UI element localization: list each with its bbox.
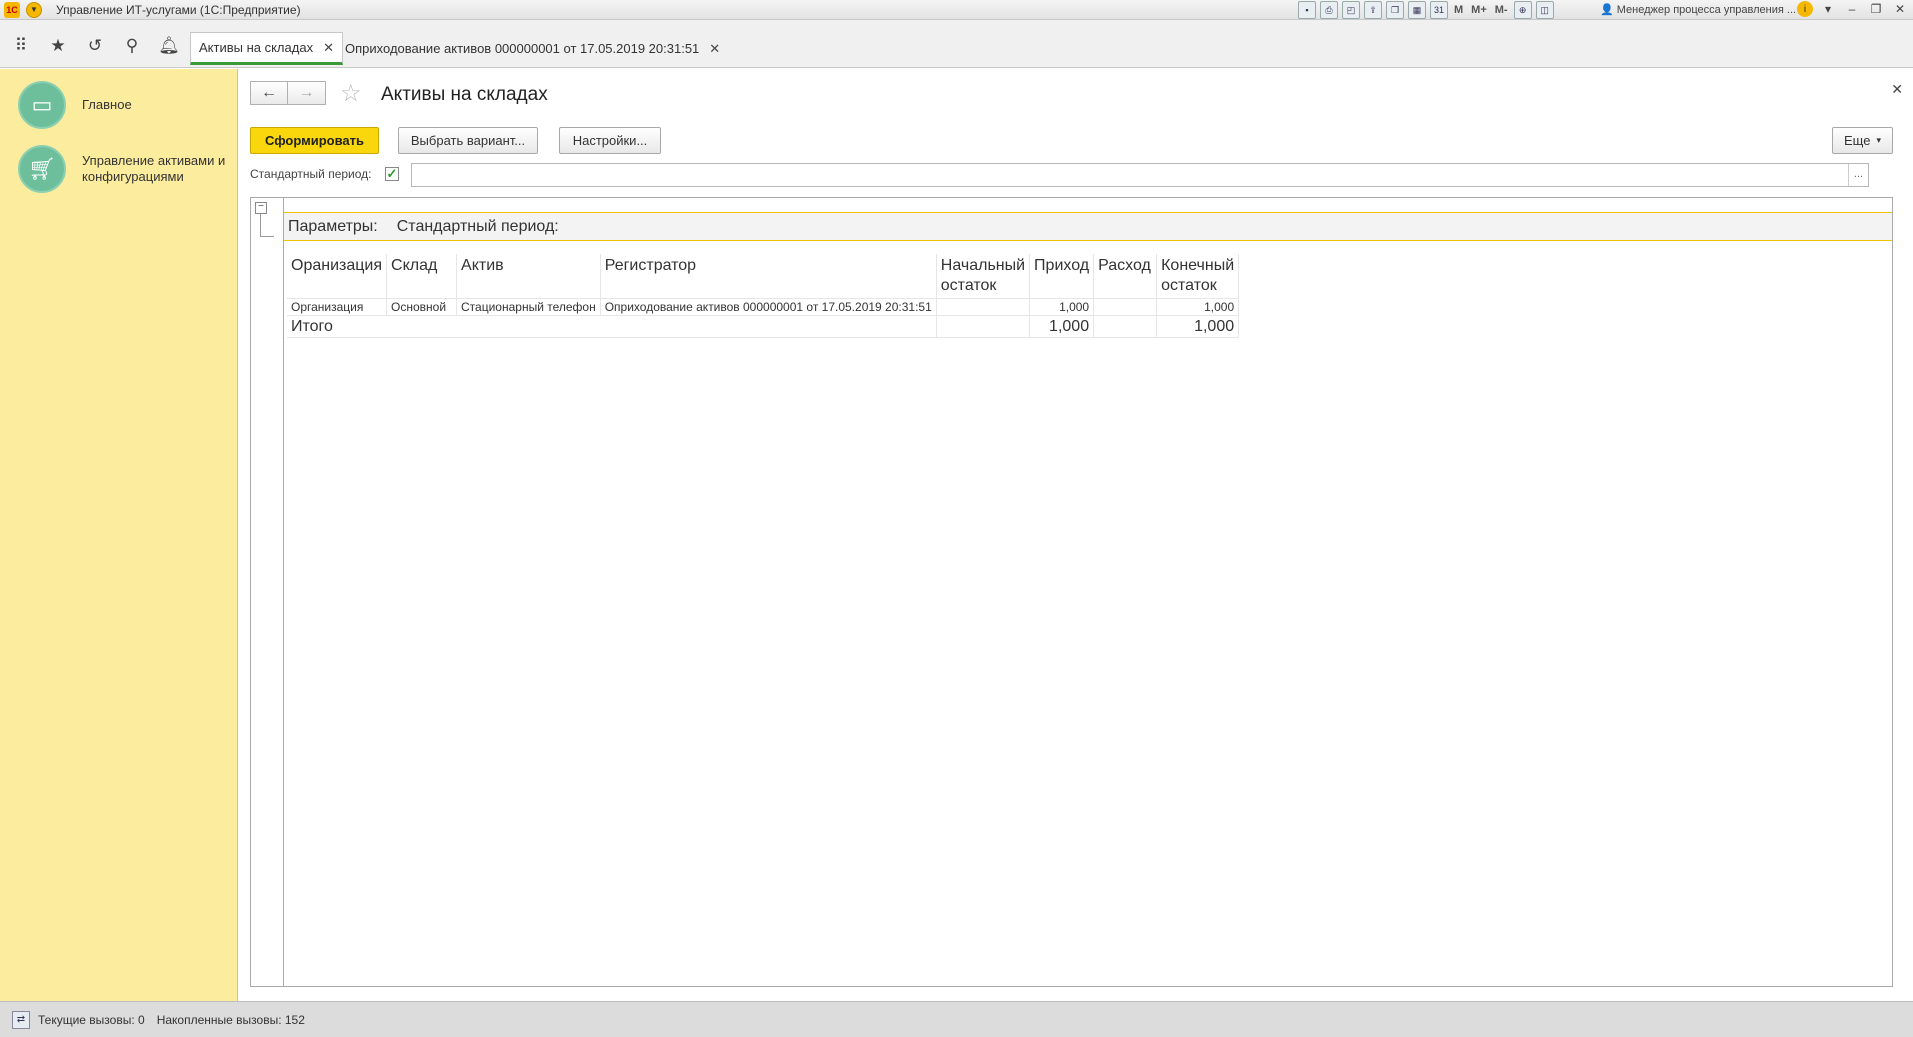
window-title: Управление ИТ-услугами (1С:Предприятие)	[56, 2, 301, 17]
history-icon[interactable]: ↺	[83, 34, 107, 58]
title-bar: 1С ▼ Управление ИТ-услугами (1С:Предприя…	[0, 0, 1913, 20]
window-controls: i ▾ – ❐ ✕	[1797, 1, 1909, 17]
generate-button[interactable]: Сформировать	[250, 127, 379, 154]
parameters-value: Стандартный период:	[396, 217, 559, 235]
total-row: Итого 1,000 1,000	[287, 315, 1240, 338]
cart-icon: 🛒︎	[18, 145, 66, 193]
standard-period-checkbox[interactable]: ✓	[385, 167, 399, 181]
tab-bar: ⠿ ★ ↺ ⚲ 🔔︎ Активы на складах ✕ Оприходов…	[0, 20, 1913, 68]
memory-minus-button[interactable]: M-	[1495, 4, 1508, 16]
sidebar-item-asset-management[interactable]: 🛒︎ Управление активами и конфигурациями	[18, 145, 232, 193]
dropdown-icon[interactable]: ▾	[1819, 2, 1837, 16]
grouping-margin: −	[251, 198, 284, 986]
total-closing-balance: 1,000	[1156, 315, 1240, 338]
report-document[interactable]: − Параметры: Стандартный период: Ораниза…	[250, 197, 1893, 987]
page-title: Активы на складах	[381, 84, 548, 105]
info-icon[interactable]: i	[1797, 1, 1813, 17]
collapse-group-icon[interactable]: −	[255, 202, 267, 214]
current-calls: Текущие вызовы: 0	[38, 1012, 145, 1027]
more-label: Еще	[1844, 133, 1871, 148]
minimize-icon[interactable]: –	[1843, 2, 1861, 16]
copy-icon[interactable]: ❐	[1386, 1, 1404, 19]
close-window-icon[interactable]: ✕	[1891, 2, 1909, 16]
period-field[interactable]: ...	[411, 163, 1869, 187]
app-logo-icon: 1С	[4, 1, 20, 18]
choose-variant-button[interactable]: Выбрать вариант...	[398, 127, 538, 154]
current-user[interactable]: 👤 Менеджер процесса управления ...	[1600, 3, 1796, 16]
cell-opening-balance	[936, 298, 1031, 316]
col-closing-balance: Конечный остаток	[1156, 254, 1240, 299]
tab-label: Активы на складах	[199, 40, 314, 55]
close-tab-icon[interactable]: ✕	[709, 41, 720, 57]
cell-income: 1,000	[1029, 298, 1095, 316]
sidebar-item-main[interactable]: ▭ Главное	[18, 81, 232, 129]
sidebar-item-label: Управление активами и конфигурациями	[82, 153, 226, 184]
standard-period-label: Стандартный период:	[250, 167, 372, 181]
tab-label: Оприходование активов 000000001 от 17.05…	[345, 41, 700, 56]
cell-asset[interactable]: Стационарный телефон	[456, 298, 601, 316]
close-tab-icon[interactable]: ✕	[323, 40, 334, 56]
col-organization: Оранизация	[287, 254, 388, 299]
add-favorite-star-icon[interactable]: ☆	[340, 79, 362, 108]
memory-m-button[interactable]: M	[1454, 4, 1463, 16]
panels-icon[interactable]: ◫	[1535, 1, 1554, 19]
favorites-star-icon[interactable]: ★	[46, 34, 70, 58]
close-form-icon[interactable]: ✕	[1891, 81, 1903, 98]
cell-warehouse[interactable]: Основной	[386, 298, 458, 316]
settings-button[interactable]: Настройки...	[559, 127, 661, 154]
sections-sidebar: ▭ Главное 🛒︎ Управление активами и конфи…	[0, 69, 238, 1001]
report-form: ← → ☆ Активы на складах ✕ Сформировать В…	[239, 69, 1913, 1001]
total-income: 1,000	[1029, 315, 1095, 338]
group-bracket	[260, 214, 274, 237]
save-icon[interactable]: ▪	[1298, 1, 1316, 19]
parameters-label: Параметры:	[288, 217, 378, 235]
calculator-icon[interactable]: ▦	[1408, 1, 1426, 19]
col-income: Приход	[1029, 254, 1095, 299]
cell-organization[interactable]: Организация	[287, 298, 388, 316]
back-arrow-icon[interactable]: ←	[250, 81, 288, 105]
sidebar-item-label: Главное	[82, 97, 132, 112]
cell-registrar[interactable]: Оприходование активов 000000001 от 17.05…	[600, 298, 937, 316]
performance-meter-icon[interactable]: ⇄	[12, 1010, 30, 1029]
zoom-icon[interactable]: ⊕	[1513, 1, 1532, 19]
title-toolbar: ▪ ⎙ ◰ ⇪ ❐ ▦ 31 M M+ M- ⊕ ◫	[1298, 1, 1554, 19]
cell-closing-balance: 1,000	[1156, 298, 1240, 316]
col-registrar: Регистратор	[600, 254, 937, 299]
monitor-icon: ▭	[18, 81, 66, 129]
export-icon[interactable]: ⇪	[1364, 1, 1382, 19]
total-expense	[1093, 315, 1158, 338]
search-icon[interactable]: ⚲	[120, 34, 144, 58]
preview-icon[interactable]: ◰	[1342, 1, 1360, 19]
memory-plus-button[interactable]: M+	[1471, 4, 1487, 16]
navigation-buttons: ← →	[250, 81, 326, 105]
forward-arrow-icon[interactable]: →	[288, 81, 326, 105]
user-icon: 👤	[1600, 4, 1614, 16]
status-bar: ⇄ Текущие вызовы: 0 Накопленные вызовы: …	[0, 1001, 1913, 1037]
col-expense: Расход	[1093, 254, 1158, 299]
more-menu-button[interactable]: Еще ▾	[1832, 127, 1893, 154]
col-opening-balance: Начальный остаток	[936, 254, 1031, 299]
table-header-row: Оранизация Склад Актив Регистратор Начал…	[287, 254, 1240, 299]
apps-grid-icon[interactable]: ⠿	[9, 34, 33, 58]
total-opening-balance	[936, 315, 1031, 338]
accumulated-calls: Накопленные вызовы: 152	[156, 1012, 305, 1027]
calendar-icon[interactable]: 31	[1430, 1, 1448, 19]
main-menu-button[interactable]: ▼	[26, 1, 42, 18]
col-warehouse: Склад	[386, 254, 458, 299]
chevron-down-icon: ▾	[1876, 135, 1881, 145]
cell-expense	[1093, 298, 1158, 316]
tab-assets-warehouses[interactable]: Активы на складах ✕	[190, 32, 343, 65]
report-table: Оранизация Склад Актив Регистратор Начал…	[287, 254, 1240, 338]
report-parameters: Параметры: Стандартный период:	[284, 212, 1892, 241]
total-label: Итого	[287, 315, 937, 338]
user-name: Менеджер процесса управления ...	[1616, 4, 1797, 16]
table-row[interactable]: Организация Основной Стационарный телефо…	[287, 298, 1240, 316]
tab-asset-receipt[interactable]: Оприходование активов 000000001 от 17.05…	[337, 32, 728, 65]
print-icon[interactable]: ⎙	[1320, 1, 1338, 19]
col-asset: Актив	[456, 254, 601, 299]
notifications-bell-icon[interactable]: 🔔︎	[157, 34, 181, 58]
select-period-button[interactable]: ...	[1848, 164, 1868, 186]
restore-icon[interactable]: ❐	[1867, 2, 1885, 16]
